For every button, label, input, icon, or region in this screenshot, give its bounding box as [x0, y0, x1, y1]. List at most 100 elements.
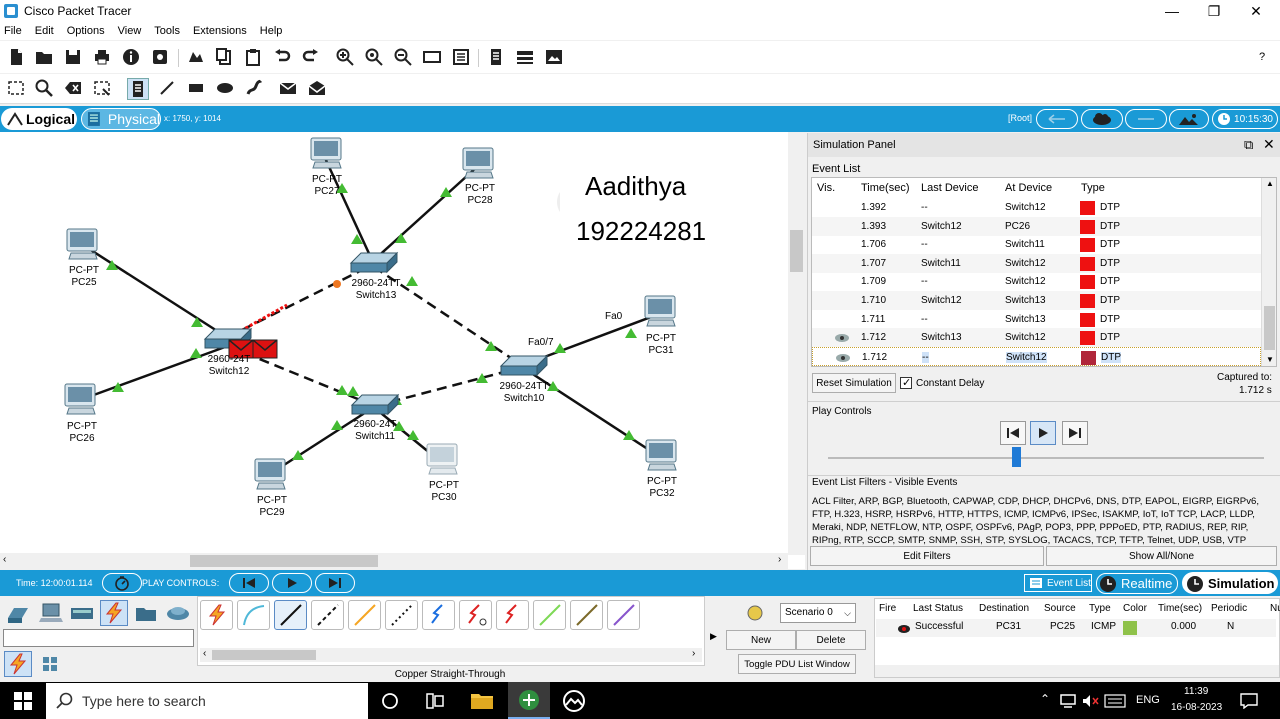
inspect-icon[interactable] — [34, 78, 54, 98]
add-complex-pdu-icon[interactable] — [307, 78, 327, 98]
pdu-col-destination[interactable]: Destination — [979, 603, 1029, 614]
menu-view[interactable]: View — [118, 25, 142, 37]
pdu-list-table[interactable]: Fire Last Status Destination Source Type… — [874, 598, 1280, 678]
zoom-out-icon[interactable] — [393, 47, 413, 67]
speed-slider-handle[interactable] — [1012, 447, 1021, 467]
add-simple-pdu-icon[interactable] — [278, 78, 298, 98]
select-icon[interactable] — [6, 78, 26, 98]
new-scenario-button[interactable]: New — [726, 630, 796, 650]
usb-cable-icon[interactable] — [607, 600, 640, 630]
serial-dce-icon[interactable] — [459, 600, 492, 630]
reset-simulation-button[interactable]: Reset Simulation — [812, 373, 896, 393]
scroll-thumb[interactable] — [1264, 306, 1275, 350]
event-row[interactable]: 1.706 -- Switch11 DTP — [812, 235, 1261, 254]
language-indicator[interactable]: ENG — [1136, 694, 1160, 706]
viewport-clock[interactable]: 10:15:30 — [1212, 109, 1278, 129]
tray-overflow-icon[interactable]: ⌃ — [1040, 692, 1050, 706]
pc30-icon[interactable] — [426, 443, 458, 475]
pc27-icon[interactable] — [310, 137, 342, 169]
ipc-icon[interactable] — [515, 47, 535, 67]
network-info-icon[interactable] — [150, 47, 170, 67]
physical-tab[interactable]: Physical — [81, 108, 161, 130]
col-time[interactable]: Time(sec) — [861, 182, 909, 194]
collapse-arrow-icon[interactable]: ▶ — [710, 631, 717, 642]
scroll-thumb[interactable] — [790, 230, 803, 272]
place-note-icon[interactable] — [127, 78, 149, 100]
event-row[interactable]: 1.711 -- Switch13 DTP — [812, 310, 1261, 329]
taskbar-date[interactable]: 16-08-2023 — [1171, 702, 1222, 713]
close-panel-icon[interactable]: ✕ — [1263, 136, 1275, 153]
copy-icon[interactable] — [214, 47, 234, 67]
realtime-mode-button[interactable]: Realtime — [1096, 573, 1178, 594]
help-icon[interactable]: ? — [1252, 47, 1272, 67]
back-step-button[interactable] — [1000, 421, 1026, 445]
delete-icon[interactable] — [63, 78, 83, 98]
new-file-icon[interactable] — [6, 47, 26, 67]
pdu-col-num[interactable]: Nu — [1270, 603, 1280, 614]
pc32-icon[interactable] — [645, 439, 677, 471]
packet-tracer-taskbar-button[interactable] — [508, 682, 550, 719]
note-id[interactable]: 192224281 — [576, 216, 706, 246]
fiber-cable-icon[interactable] — [348, 600, 381, 630]
misc-icon[interactable] — [132, 600, 160, 626]
screenshot-icon[interactable] — [544, 47, 564, 67]
scenario-select[interactable]: Scenario 0 ⌵ — [780, 603, 856, 623]
undock-icon[interactable]: ⧉ — [1244, 137, 1253, 153]
root-breadcrumb[interactable]: [Root] — [1008, 113, 1032, 123]
menu-tools[interactable]: Tools — [154, 25, 180, 37]
note-name[interactable]: Aadithya — [585, 171, 686, 201]
col-type[interactable]: Type — [1081, 182, 1105, 194]
col-vis[interactable]: Vis. — [817, 182, 835, 194]
pc26-icon[interactable] — [64, 383, 96, 415]
menu-extensions[interactable]: Extensions — [193, 25, 247, 37]
delete-scenario-button[interactable]: Delete — [796, 630, 866, 650]
scroll-thumb[interactable] — [212, 650, 316, 660]
event-list-scrollbar[interactable]: ▲ ▼ — [1261, 178, 1276, 366]
set-background-button[interactable] — [1169, 109, 1209, 129]
draw-rectangle-icon[interactable] — [186, 78, 206, 98]
pc25-icon[interactable] — [66, 228, 98, 260]
event-row[interactable]: 1.393 Switch12 PC26 DTP — [812, 216, 1261, 236]
save-icon[interactable] — [63, 47, 83, 67]
taskbar-time[interactable]: 11:39 — [1184, 686, 1208, 697]
event-row[interactable]: 1.392 -- Switch12 DTP — [812, 198, 1261, 217]
print-icon[interactable] — [92, 47, 112, 67]
windows-start-icon[interactable] — [14, 692, 32, 710]
workspace-horizontal-scrollbar[interactable]: ‹ › — [0, 553, 788, 569]
octal-cable-icon[interactable] — [533, 600, 566, 630]
open-folder-icon[interactable] — [34, 47, 54, 67]
network-devices-icon[interactable] — [4, 600, 32, 626]
coaxial-cable-icon[interactable] — [422, 600, 455, 630]
event-row[interactable]: 1.712 -- Switch12 DTP — [812, 346, 1261, 366]
event-list-table[interactable]: Vis. Time(sec) Last Device At Device Typ… — [811, 177, 1277, 367]
eye-icon[interactable] — [834, 333, 850, 343]
draw-ellipse-icon[interactable] — [215, 78, 235, 98]
pdu-col-periodic[interactable]: Periodic — [1211, 603, 1247, 614]
scroll-right-icon[interactable]: › — [692, 648, 695, 659]
forward-step-button[interactable] — [1062, 421, 1088, 445]
scroll-left-icon[interactable]: ‹ — [3, 554, 6, 565]
zoom-reset-icon[interactable] — [364, 47, 384, 67]
resize-shape-icon[interactable] — [92, 78, 112, 98]
scroll-right-icon[interactable]: › — [778, 554, 781, 565]
components-icon[interactable] — [68, 600, 96, 626]
event-row[interactable]: 1.707 Switch11 Switch12 DTP — [812, 253, 1261, 273]
zoom-in-icon[interactable] — [335, 47, 355, 67]
automatic-cable-icon[interactable] — [200, 600, 233, 630]
event-row[interactable]: 1.709 -- Switch12 DTP — [812, 272, 1261, 291]
speed-slider-track[interactable] — [828, 457, 1264, 459]
notifications-icon[interactable] — [1240, 693, 1258, 709]
bar-back-button[interactable] — [229, 573, 269, 593]
pdu-col-type[interactable]: Type — [1089, 603, 1111, 614]
col-at-device[interactable]: At Device — [1005, 182, 1052, 194]
show-all-none-button[interactable]: Show All/None — [1046, 546, 1277, 566]
device-search-input[interactable] — [3, 629, 194, 647]
grid-icon[interactable] — [36, 651, 64, 677]
draw-line-icon[interactable] — [157, 78, 177, 98]
navigation-back-button[interactable] — [1036, 109, 1078, 129]
iot-custom-cable-icon[interactable] — [570, 600, 603, 630]
switch13-icon[interactable] — [349, 251, 399, 274]
switch10-icon[interactable] — [499, 354, 549, 377]
event-row[interactable]: 1.710 Switch12 Switch13 DTP — [812, 291, 1261, 310]
file-explorer-icon[interactable] — [470, 690, 494, 710]
